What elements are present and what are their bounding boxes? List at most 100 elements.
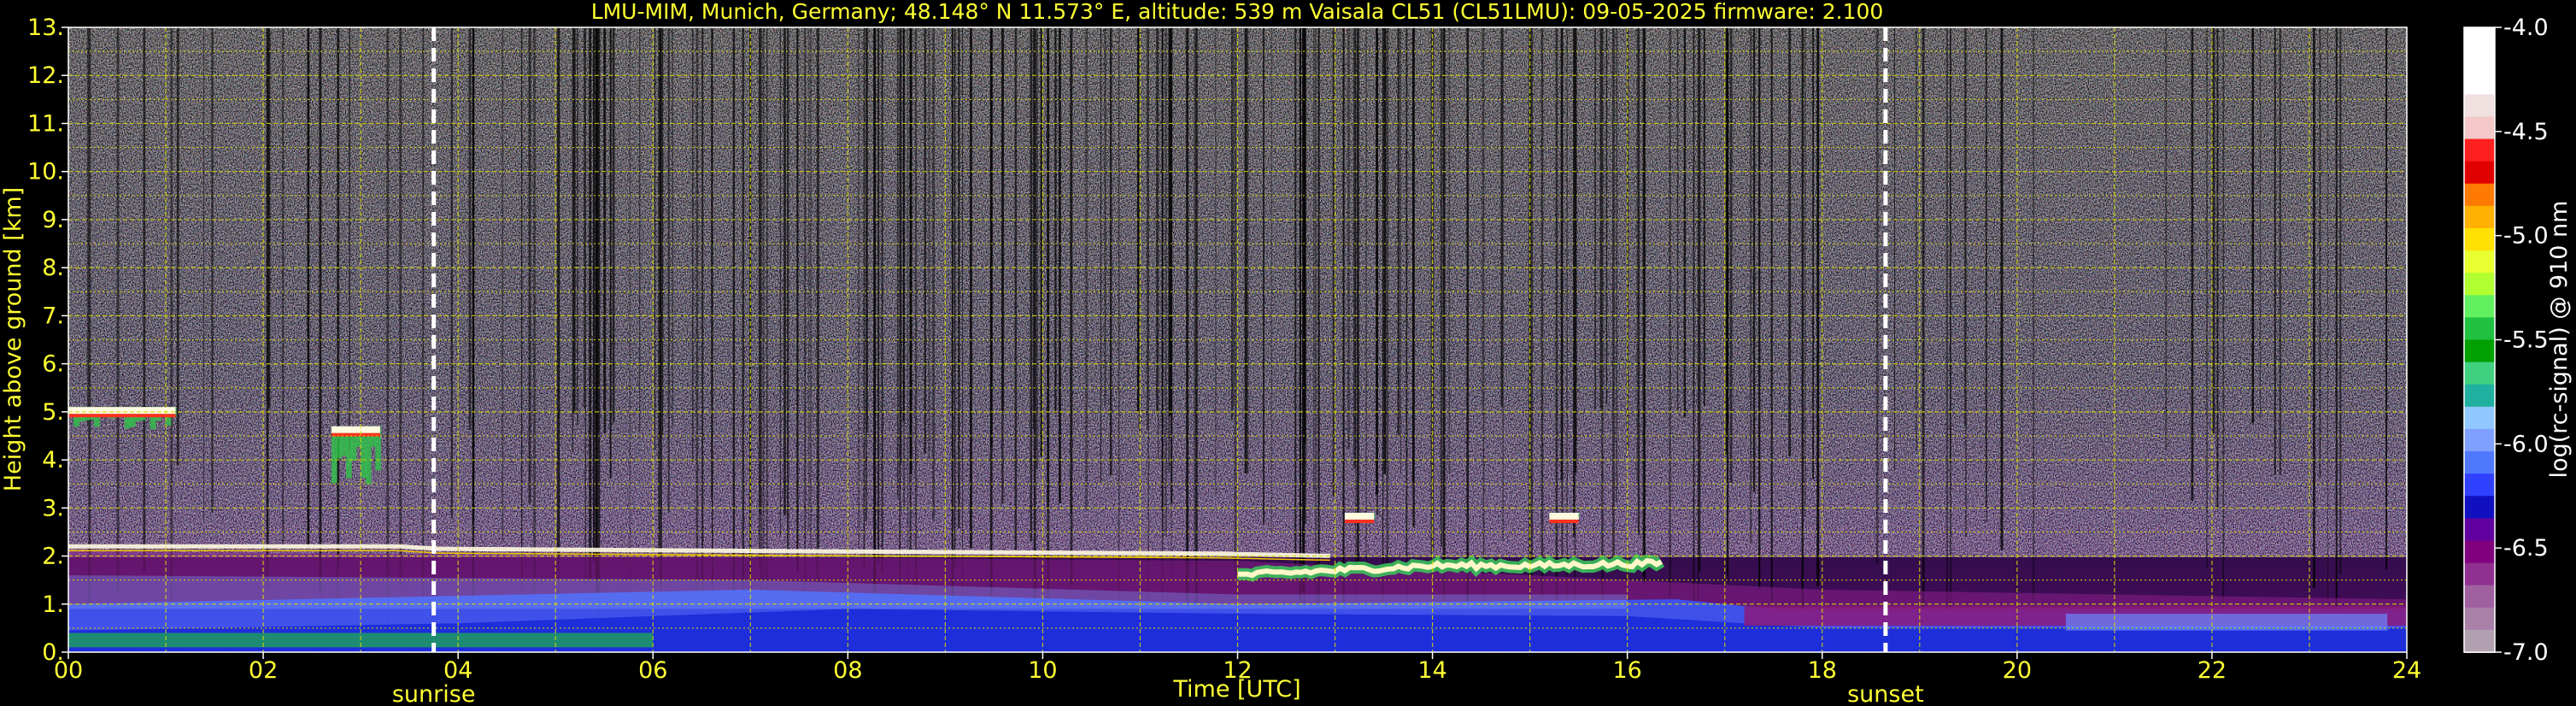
dropout-streak — [1482, 27, 1483, 406]
y-axis-label: Height above ground [km] — [0, 187, 26, 491]
dropout-streak — [1922, 27, 1925, 648]
dropout-streak — [1530, 27, 1534, 579]
dropout-streak — [1676, 27, 1679, 414]
dropout-streak — [1270, 27, 1272, 532]
dropout-streak — [701, 27, 704, 628]
dropout-streak — [961, 27, 964, 634]
colorbar-step — [2464, 72, 2495, 96]
cloud-top — [1549, 512, 1579, 520]
colorbar-tick-label: -4.0 — [2503, 15, 2549, 41]
dropout-streak — [1386, 27, 1389, 574]
x-tick-label: 18 — [1808, 657, 1837, 684]
dropout-streak — [1294, 27, 1297, 576]
dropout-streak — [1703, 27, 1705, 406]
dropout-streak — [654, 27, 656, 450]
dropout-streak — [1788, 27, 1792, 457]
dropout-streak — [1263, 27, 1265, 525]
dropout-streak — [662, 27, 664, 437]
dropout-streak — [88, 27, 91, 614]
event-label-sunrise: sunrise — [392, 681, 476, 706]
dropout-streak — [629, 27, 631, 598]
y-tick-label: 7. — [42, 303, 64, 329]
dropout-streak — [1234, 27, 1237, 578]
dropout-streak — [609, 27, 612, 479]
dropout-streak — [808, 27, 810, 532]
dropout-streak — [692, 27, 694, 462]
dropout-streak — [1752, 27, 1756, 492]
colorbar-step — [2464, 451, 2495, 475]
dropout-streak — [1669, 27, 1671, 598]
colorbar-step — [2464, 339, 2495, 363]
dropout-streak — [1412, 27, 1415, 527]
dropout-streak — [2327, 27, 2329, 643]
dropout-streak — [1482, 27, 1485, 608]
dropout-streak — [603, 27, 605, 414]
dropout-streak — [1054, 27, 1057, 414]
dropout-streak — [1070, 27, 1071, 514]
dropout-streak — [2385, 27, 2388, 570]
dropout-streak — [732, 27, 736, 616]
colorbar-step — [2464, 205, 2495, 229]
x-tick-label: 02 — [249, 657, 278, 684]
dropout-streak — [2191, 27, 2194, 501]
dropout-streak — [386, 27, 390, 632]
dropout-streak — [1030, 27, 1033, 542]
dropout-streak — [2212, 27, 2215, 433]
colorbar-step — [2464, 518, 2495, 542]
y-tick-label: 3. — [42, 495, 64, 521]
dropout-streak — [1758, 27, 1761, 589]
dropout-streak — [1693, 27, 1695, 641]
dropout-streak — [1146, 27, 1149, 429]
colorbar-step — [2464, 496, 2495, 520]
colorbar-step — [2464, 295, 2495, 319]
dropout-streak — [2165, 27, 2168, 450]
dropout-streak — [1893, 27, 1896, 471]
colorbar-step — [2464, 540, 2495, 564]
dropout-streak — [2206, 27, 2208, 569]
dropout-streak — [866, 27, 867, 522]
dropout-streak — [932, 27, 935, 521]
dropout-streak — [2339, 27, 2342, 574]
colorbar-step — [2464, 116, 2495, 140]
dropout-streak — [1170, 27, 1172, 407]
dropout-streak — [1382, 27, 1384, 631]
y-tick-label: 5. — [42, 399, 64, 426]
dropout-streak — [660, 27, 662, 589]
dropout-streak — [1574, 27, 1576, 618]
dropout-streak — [1727, 27, 1729, 583]
colorbar-step — [2464, 607, 2495, 631]
colorbar-step — [2464, 428, 2495, 453]
dropout-streak — [863, 27, 866, 568]
dropout-streak — [909, 27, 912, 474]
dropout-streak — [502, 27, 504, 541]
dropout-streak — [1332, 27, 1335, 497]
dropout-streak — [1014, 27, 1018, 550]
colorbar: -4.0 -4.5 -5.0 -5.5 -6.0 -6.5 -7.0 — [2463, 15, 2549, 666]
dropout-streak — [202, 27, 204, 522]
dropout-streak — [1215, 27, 1217, 496]
plot-area — [68, 27, 2407, 652]
dropout-streak — [1770, 27, 1773, 603]
dropout-streak — [450, 27, 453, 518]
dropout-streak — [1945, 27, 1949, 612]
dropout-streak — [584, 27, 586, 585]
ceilometer-chart: sunrise sunset 00 02 04 06 08 10 12 14 16 18 20 22 24… — [0, 0, 2573, 706]
dropout-streak — [576, 27, 578, 426]
y-tick-label: 13. — [27, 15, 64, 41]
dropout-streak — [86, 27, 89, 427]
dropout-streak — [1399, 27, 1401, 474]
dropout-streak — [1801, 27, 1804, 634]
dropout-streak — [597, 27, 601, 632]
y-tick-label: 11. — [27, 110, 64, 137]
dropout-streak — [1100, 27, 1102, 483]
dropout-streak — [472, 27, 475, 523]
dropout-streak — [1244, 27, 1247, 474]
y-tick-label: 10. — [27, 159, 64, 185]
dropout-streak — [1347, 27, 1350, 450]
dropout-streak — [1963, 27, 1966, 427]
dropout-streak — [1605, 27, 1608, 404]
colorbar-tick-label: -6.5 — [2503, 535, 2549, 562]
colorbar-step — [2464, 562, 2495, 586]
dropout-streak — [1612, 27, 1615, 567]
dropout-streak — [873, 27, 877, 597]
